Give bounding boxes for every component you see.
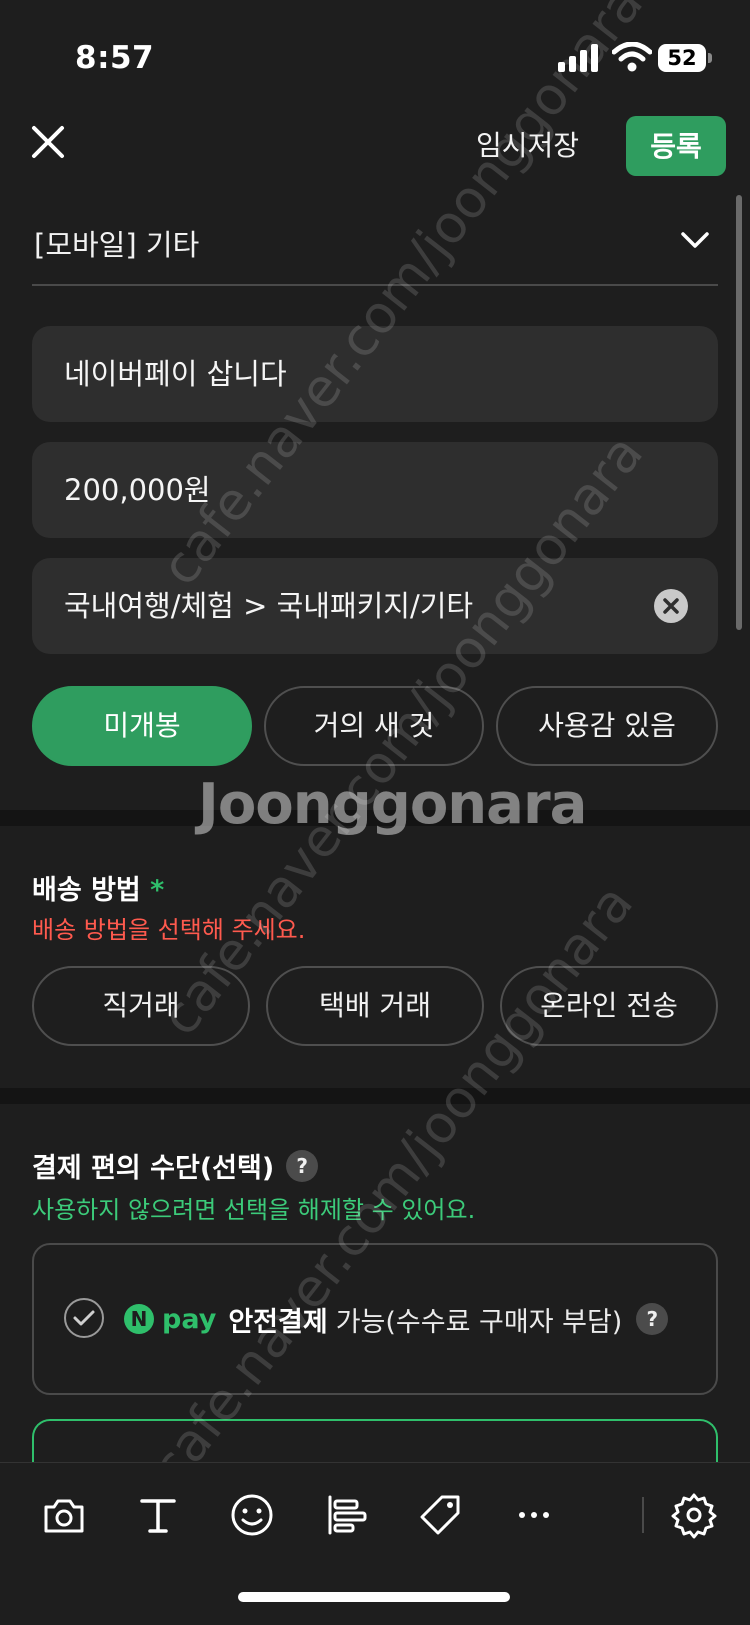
clear-icon[interactable] <box>654 589 688 623</box>
payment-title-text: 결제 편의 수단(선택) <box>32 1153 275 1184</box>
more-icon[interactable] <box>510 1491 558 1539</box>
fee-note: 가능(수수료 구매자 부담) <box>335 1306 623 1338</box>
battery-indicator: 52 <box>658 44 712 72</box>
category-select-value: [모바일] 기타 <box>34 228 200 262</box>
section-divider <box>0 1088 750 1104</box>
text-icon[interactable] <box>134 1491 182 1539</box>
gear-icon[interactable] <box>670 1491 718 1539</box>
help-icon[interactable]: ? <box>286 1149 319 1182</box>
help-icon[interactable]: ? <box>636 1303 669 1335</box>
sub-category-value: 국내여행/체험 > 국내패키지/기타 <box>64 589 474 623</box>
watermark-brand: Joonggonara <box>198 772 587 837</box>
required-mark: * <box>150 875 165 906</box>
shipping-title: 배송 방법 * <box>32 868 164 907</box>
shipping-title-text: 배송 방법 <box>32 875 141 906</box>
sub-category-field[interactable]: 국내여행/체험 > 국내패키지/기타 <box>32 558 718 654</box>
camera-icon[interactable] <box>40 1491 88 1539</box>
toolbar-separator <box>642 1497 644 1533</box>
condition-chip-used[interactable]: 사용감 있음 <box>496 686 718 766</box>
align-icon[interactable] <box>322 1491 370 1539</box>
chevron-down-icon <box>681 232 709 248</box>
shipping-chip-parcel[interactable]: 택배 거래 <box>266 966 484 1046</box>
battery-level: 52 <box>667 46 697 70</box>
emoji-icon[interactable] <box>228 1491 276 1539</box>
npay-word: pay <box>162 1303 217 1335</box>
home-indicator <box>238 1592 510 1602</box>
payment-title: 결제 편의 수단(선택) ? <box>32 1146 319 1185</box>
tag-icon[interactable] <box>416 1491 464 1539</box>
title-field-value: 네이버페이 삽니다 <box>64 357 287 391</box>
npay-logo-icon: N <box>124 1304 154 1334</box>
status-time: 8:57 <box>75 40 155 76</box>
close-icon[interactable] <box>28 122 68 162</box>
register-button[interactable]: 등록 <box>626 116 726 176</box>
condition-chip-unopened[interactable]: 미개봉 <box>32 686 252 766</box>
npay-label-row: N pay 안전결제 가능(수수료 구매자 부담) ? <box>124 1297 669 1341</box>
npay-option-card[interactable]: N pay 안전결제 가능(수수료 구매자 부담) ? <box>32 1243 718 1395</box>
check-icon[interactable] <box>64 1298 104 1338</box>
scrollbar[interactable] <box>736 195 742 630</box>
